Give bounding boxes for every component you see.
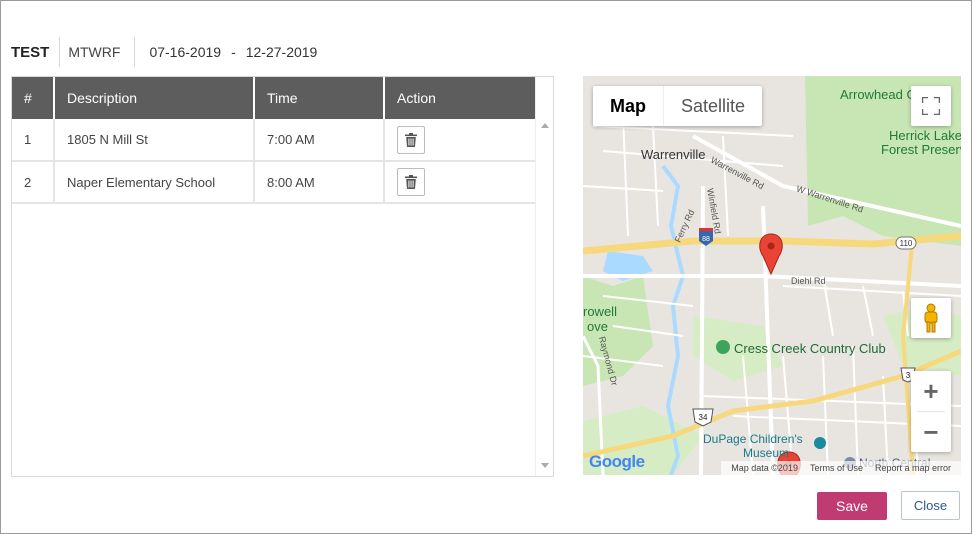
route-header: TEST MTWRF 07-16-2019-12-27-2019: [11, 37, 317, 67]
zoom-control: + −: [911, 371, 951, 452]
map-label-rowell: rowell: [583, 304, 617, 319]
report-map-error-link[interactable]: Report a map error: [869, 463, 957, 473]
map-label-arrowhead: Arrowhead G: [840, 87, 917, 102]
map-label-warrenville: Warrenville: [641, 147, 706, 162]
table-scrollbar[interactable]: [535, 77, 553, 476]
route-name: TEST: [11, 43, 50, 61]
row-description: Naper Elementary School: [54, 161, 255, 204]
delete-stop-button[interactable]: [397, 125, 425, 154]
row-time: 8:00 AM: [254, 161, 385, 204]
column-header-number[interactable]: #: [12, 77, 55, 119]
fullscreen-icon: [922, 97, 940, 115]
map-label-ove: ove: [587, 319, 608, 334]
start-date: 07-16-2019: [149, 44, 222, 60]
date-range: 07-16-2019-12-27-2019: [135, 44, 317, 60]
end-date: 12-27-2019: [245, 44, 318, 60]
map-label-diehl-rd: Diehl Rd: [791, 276, 826, 286]
map-type-control: Map Satellite: [593, 86, 763, 126]
route-map[interactable]: 88 110 34 3 Warrenville Arrowhead G Herr…: [583, 76, 961, 475]
fullscreen-button[interactable]: [911, 86, 951, 126]
date-separator: -: [231, 44, 236, 60]
route-days: MTWRF: [68, 44, 121, 60]
map-label-dupage-childrens[interactable]: DuPage Children's: [703, 432, 803, 446]
map-label-cress-creek[interactable]: Cress Creek Country Club: [734, 341, 886, 356]
google-logo-text: Google: [589, 452, 645, 471]
scroll-down-arrow-icon[interactable]: [541, 463, 549, 468]
zoom-out-button[interactable]: −: [911, 412, 951, 452]
pegman-icon: [924, 303, 938, 333]
google-logo[interactable]: Google: [589, 452, 645, 472]
svg-text:88: 88: [702, 236, 710, 243]
stops-table-container[interactable]: # Description Time Action 1 1805 N Mill …: [11, 76, 554, 477]
table-row[interactable]: 2 Naper Elementary School 8:00 AM: [12, 161, 535, 204]
row-number: 1: [12, 119, 55, 162]
scroll-up-arrow-icon[interactable]: [541, 123, 549, 128]
map-type-map-button[interactable]: Map: [593, 86, 663, 126]
svg-text:110: 110: [900, 239, 913, 248]
museum-icon[interactable]: [814, 437, 826, 449]
trash-icon: [405, 175, 417, 189]
zoom-in-button[interactable]: +: [911, 371, 951, 411]
table-row[interactable]: 1 1805 N Mill St 7:00 AM: [12, 119, 535, 162]
map-type-satellite-button[interactable]: Satellite: [663, 86, 762, 126]
delete-stop-button[interactable]: [397, 168, 425, 196]
column-header-description[interactable]: Description: [54, 77, 255, 119]
stops-table: # Description Time Action 1 1805 N Mill …: [12, 77, 535, 204]
row-description: 1805 N Mill St: [54, 119, 255, 162]
terms-of-use-link[interactable]: Terms of Use: [804, 463, 869, 473]
svg-text:34: 34: [699, 413, 708, 422]
column-header-time[interactable]: Time: [254, 77, 385, 119]
row-time: 7:00 AM: [254, 119, 385, 162]
trash-icon: [405, 132, 417, 147]
save-button[interactable]: Save: [817, 492, 887, 520]
close-button[interactable]: Close: [901, 491, 960, 520]
table-header-row: # Description Time Action: [12, 77, 535, 119]
map-label-herrick-lake: Herrick Lake: [889, 128, 961, 143]
row-action: [384, 119, 535, 162]
map-data-attribution[interactable]: Map data ©2019: [725, 463, 804, 473]
map-footer: Map data ©2019 Terms of Use Report a map…: [721, 461, 961, 475]
row-action: [384, 161, 535, 204]
golf-course-icon[interactable]: [716, 340, 730, 354]
street-view-pegman-button[interactable]: [911, 298, 951, 338]
route-110-shield-icon: 110: [895, 236, 917, 250]
map-label-forest-preserve: Forest Preserv: [881, 142, 961, 157]
column-header-action: Action: [384, 77, 535, 119]
map-label-museum[interactable]: Museum: [743, 446, 789, 460]
row-number: 2: [12, 161, 55, 204]
